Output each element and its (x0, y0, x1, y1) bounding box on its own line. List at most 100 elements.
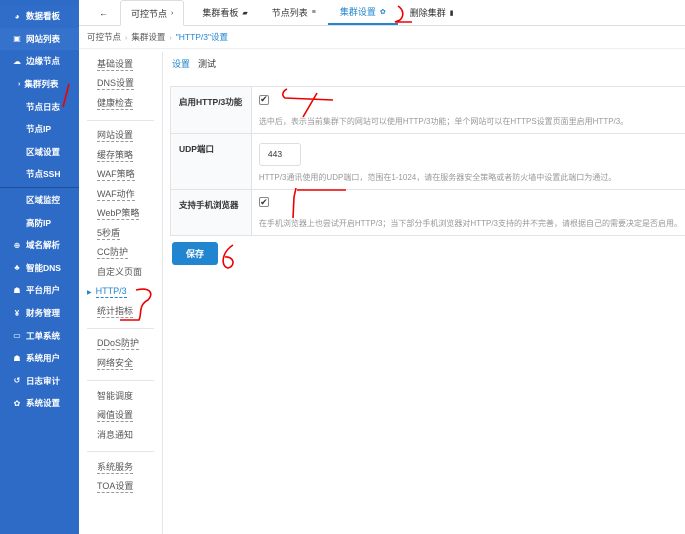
caret-right-icon: ▶ (87, 289, 92, 296)
sidebar-item-label: 边缘节点 (26, 56, 61, 67)
sidebar-item-node-logs[interactable]: 节点日志 (0, 95, 79, 118)
dashboard-icon: ◕ (14, 11, 20, 21)
tab-node-list[interactable]: 节点列表 ≡ (260, 0, 328, 25)
sidebar-item-node-ssh[interactable]: 节点SSH (0, 163, 79, 186)
sidebar-item-system-users[interactable]: ☗ 系统用户 (0, 347, 79, 370)
submenu-item[interactable]: 健康检查 (79, 94, 162, 114)
sidebar-item-finance[interactable]: ¥ 财务管理 (0, 302, 79, 325)
sidebar-item-label: 智能DNS (26, 262, 61, 273)
sidebar-item-dashboard[interactable]: ◕ 数据看板 (0, 5, 79, 28)
udp-port-input[interactable] (258, 142, 301, 166)
annotation-mark (222, 244, 234, 269)
field-label: 启用HTTP/3功能 (170, 86, 252, 134)
sidebar-item-label: 节点日志 (26, 101, 61, 112)
sidebar-item-edge-nodes[interactable]: ☁ 边缘节点 (0, 50, 79, 73)
top-tabs: ← 可控节点 › 集群看板 ▰ 节点列表 ≡ 集群设置 ✿ 删除集群 ▮ (79, 0, 685, 26)
sidebar-item-label: 系统设置 (26, 398, 61, 409)
settings-table: 启用HTTP/3功能 ✔ 选中后，表示当前集群下的网站可以使用HTTP/3功能；… (170, 86, 685, 236)
submenu-item[interactable]: WebP策略 (79, 205, 162, 225)
table-row: 支持手机浏览器 ✔ 在手机浏览器上也尝试开启HTTP/3；当下部分手机浏览器对H… (170, 188, 685, 236)
list-icon: ≡ (311, 9, 316, 16)
sidebar-item-region-monitor[interactable]: 区域监控 (0, 189, 79, 212)
field-comment: HTTP/3通讯使用的UDP端口，范围在1-1024，请在服务器安全策略或者防火… (258, 172, 617, 182)
submenu-item[interactable]: WAF动作 (79, 185, 162, 205)
divider (87, 119, 154, 121)
tab-cluster-dashboard[interactable]: 集群看板 ▰ (190, 0, 259, 25)
user-icon: ☗ (13, 353, 21, 363)
sidebar-item-ddos-ip[interactable]: 高防IP (0, 211, 79, 234)
history-icon: ↺ (13, 376, 21, 386)
submenu-item[interactable]: 阈值设置 (79, 406, 162, 426)
divider (87, 451, 154, 452)
enable-http3-checkbox[interactable]: ✔ (258, 94, 269, 105)
yen-icon: ¥ (14, 308, 20, 318)
sidebar-item-label: 高防IP (26, 217, 52, 228)
back-button[interactable]: ← (79, 0, 120, 25)
sidebar-item-label: 节点IP (26, 124, 52, 135)
sidebar-item-label: 系统用户 (26, 353, 61, 364)
sidebar-item-label: 平台用户 (26, 285, 61, 296)
submenu-item[interactable]: 5秒盾 (79, 224, 162, 244)
submenu-item[interactable]: DNS设置 (79, 75, 162, 95)
sidebar-item-label: 财务管理 (26, 308, 61, 319)
submenu-item[interactable]: DDoS防护 (79, 335, 162, 355)
subtab-settings[interactable]: 设置 (172, 57, 190, 70)
tab-delete-cluster[interactable]: 删除集群 ▮ (398, 0, 466, 25)
submenu-item[interactable]: 网络安全 (79, 354, 162, 374)
tab-cluster-settings[interactable]: 集群设置 ✿ (327, 0, 398, 25)
submenu-item[interactable]: 系统服务 (79, 458, 162, 478)
chevron-right-icon: › (171, 9, 174, 17)
breadcrumb-current: "HTTP/3"设置 (175, 32, 229, 42)
mobile-browser-checkbox[interactable]: ✔ (258, 197, 269, 207)
ticket-icon: ▭ (13, 331, 21, 341)
sidebar-item-websites[interactable]: ▣ 网站列表 (0, 27, 79, 51)
field-comment: 在手机浏览器上也尝试开启HTTP/3；当下部分手机浏览器对HTTP/3支持的并不… (258, 219, 682, 228)
sidebar-item-node-ip[interactable]: 节点IP (0, 118, 79, 141)
tab-controllable-nodes[interactable]: 可控节点 › (120, 0, 185, 26)
submenu-item[interactable]: 基础设置 (79, 55, 162, 75)
table-row: 启用HTTP/3功能 ✔ 选中后，表示当前集群下的网站可以使用HTTP/3功能；… (170, 86, 685, 134)
breadcrumb-item[interactable]: 可控节点 (87, 32, 121, 42)
chevron-right-icon: › (18, 80, 21, 88)
arrow-left-icon: ← (99, 7, 108, 18)
field-comment: 选中后，表示当前集群下的网站可以使用HTTP/3功能；单个网站可以在HTTPS设… (258, 116, 629, 126)
users-icon: ☗ (13, 285, 21, 295)
submenu-item[interactable]: TOA设置 (79, 478, 162, 498)
submenu-item[interactable]: CC防护 (79, 244, 162, 264)
submenu-item-http3[interactable]: ▶ HTTP/3 (79, 283, 162, 303)
sidebar-item-regions[interactable]: 区域设置 (0, 141, 79, 164)
tab-label: 集群看板 (202, 8, 239, 18)
sub-tabs: 设置 测试 (172, 57, 685, 70)
sidebar-item-platform-users[interactable]: ☗ 平台用户 (0, 279, 79, 302)
sidebar-item-settings[interactable]: ✿ 系统设置 (0, 392, 79, 415)
cog-icon: ✿ (13, 398, 21, 408)
field-label: 支持手机浏览器 (170, 188, 252, 236)
breadcrumb: 可控节点 › 集群设置 › "HTTP/3"设置 (87, 31, 228, 43)
submenu-item[interactable]: 智能调度 (79, 387, 162, 407)
submenu-item[interactable]: 统计指标 (79, 302, 162, 322)
divider (87, 327, 154, 329)
save-button[interactable]: 保存 (172, 242, 218, 265)
submenu-item[interactable]: 缓存策略 (79, 146, 162, 166)
sidebar-item-label: 网站列表 (26, 33, 61, 44)
sidebar: ◕ 数据看板 ▣ 网站列表 ☁ 边缘节点 › 集群列表 节点日志 节点IP 区域设置 节… (0, 0, 79, 534)
submenu-item[interactable]: WAF策略 (79, 166, 162, 186)
sidebar-item-smart-dns[interactable]: ♣ 智能DNS (0, 257, 79, 280)
submenu-item[interactable]: 自定义页面 (79, 263, 162, 283)
cloud-icon: ☁ (13, 56, 21, 66)
breadcrumb-item[interactable]: 集群设置 (131, 32, 165, 42)
breadcrumb-separator: › (125, 35, 128, 42)
sidebar-item-label: 域名解析 (26, 240, 61, 251)
sidebar-divider (0, 186, 79, 188)
settings-submenu: 基础设置 DNS设置 健康检查 网站设置 缓存策略 WAF策略 WAF动作 We… (79, 52, 163, 534)
sidebar-item-clusters[interactable]: › 集群列表 (0, 73, 79, 96)
cubes-icon: ♣ (14, 263, 20, 273)
sidebar-item-tickets[interactable]: ▭ 工单系统 (0, 324, 79, 347)
sidebar-item-audit-logs[interactable]: ↺ 日志审计 (0, 370, 79, 393)
subtab-test[interactable]: 测试 (198, 57, 216, 70)
sidebar-item-dns[interactable]: ⊕ 域名解析 (0, 234, 79, 257)
submenu-item[interactable]: 消息通知 (79, 426, 162, 446)
tab-label: 可控节点 (131, 8, 168, 19)
submenu-item[interactable]: 网站设置 (79, 127, 162, 147)
sidebar-item-label: 工单系统 (26, 330, 61, 341)
